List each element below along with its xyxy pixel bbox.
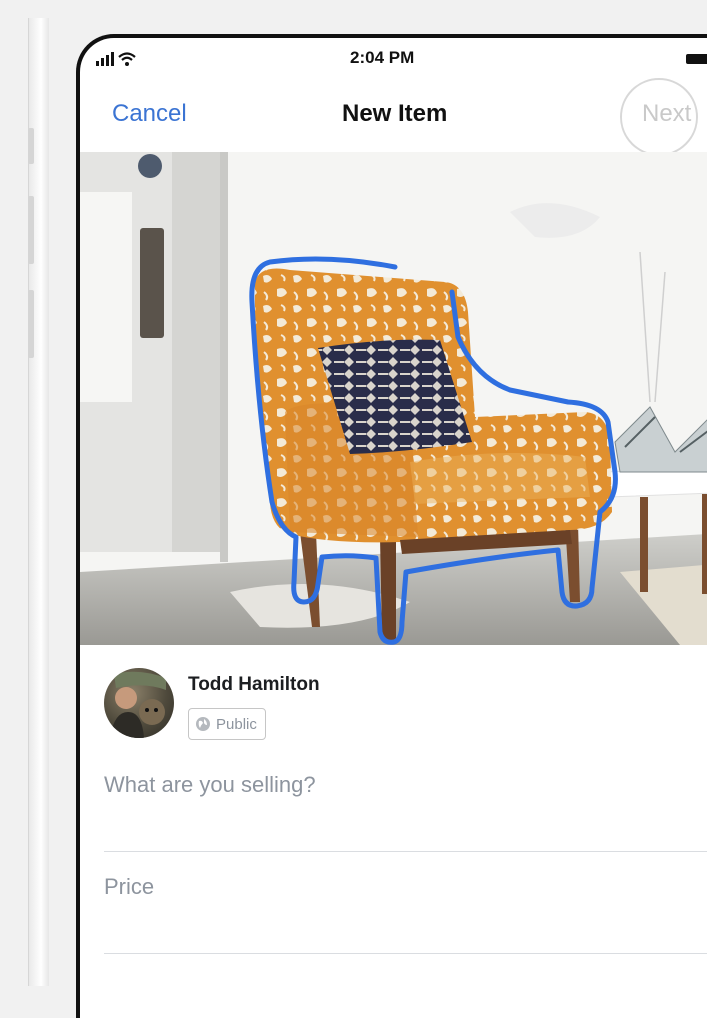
- price-input[interactable]: Price: [104, 874, 707, 900]
- cancel-button[interactable]: Cancel: [112, 100, 187, 128]
- user-name: Todd Hamilton: [188, 674, 320, 695]
- battery-icon: [686, 54, 707, 64]
- avatar[interactable]: [104, 668, 174, 738]
- next-button[interactable]: Next: [642, 100, 691, 128]
- page-title: New Item: [342, 100, 448, 127]
- privacy-label: Public: [216, 715, 257, 733]
- divider: [104, 851, 707, 852]
- privacy-selector[interactable]: Public: [188, 708, 266, 740]
- globe-icon: [196, 717, 210, 731]
- status-time: 2:04 PM: [350, 48, 415, 67]
- navigation-bar: Cancel New Item Next: [80, 78, 707, 156]
- item-photo[interactable]: [80, 152, 707, 645]
- status-bar: 2:04 PM: [80, 38, 707, 80]
- divider: [104, 953, 707, 954]
- wifi-icon: [118, 52, 136, 66]
- volume-down-button: [28, 290, 34, 358]
- mute-switch: [28, 128, 34, 164]
- item-title-input[interactable]: What are you selling?: [104, 772, 707, 798]
- volume-up-button: [28, 196, 34, 264]
- phone-screen: 2:04 PM Cancel New Item Next Todd Hamilt…: [76, 34, 707, 1018]
- signal-icon: [96, 52, 136, 66]
